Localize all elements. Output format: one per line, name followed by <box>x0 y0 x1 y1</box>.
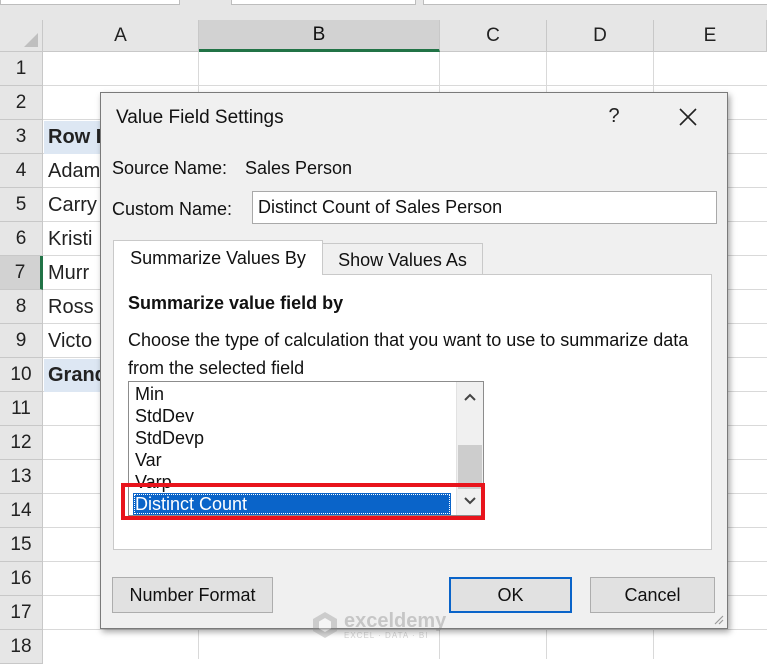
cell-a7[interactable]: Murr <box>44 257 102 290</box>
chevron-up-icon <box>464 393 476 401</box>
row-header-7[interactable]: 7 <box>0 256 43 290</box>
formula-input[interactable] <box>423 0 767 5</box>
cancel-button[interactable]: Cancel <box>590 577 715 613</box>
list-item-stddev[interactable]: StdDev <box>135 406 194 427</box>
scroll-up-button[interactable] <box>457 384 483 410</box>
list-item-var[interactable]: Var <box>135 450 162 471</box>
row-header-8[interactable]: 8 <box>0 290 43 324</box>
scroll-thumb[interactable] <box>458 445 482 489</box>
source-name-value: Sales Person <box>245 158 353 178</box>
row-header-17[interactable]: 17 <box>0 596 43 630</box>
summarize-tab-panel: Summarize value field by Choose the type… <box>113 274 712 550</box>
column-header-e[interactable]: E <box>654 20 767 52</box>
column-header-b[interactable]: B <box>199 20 440 52</box>
cell-a8[interactable]: Ross <box>44 291 102 324</box>
list-item-stddevp[interactable]: StdDevp <box>135 428 204 449</box>
section-title: Summarize value field by <box>128 293 344 313</box>
source-name-label: Source Name: <box>112 158 228 178</box>
row-header-6[interactable]: 6 <box>0 222 43 256</box>
cell-a10[interactable]: Grand <box>44 359 102 392</box>
exceldemy-logo-icon <box>313 612 337 638</box>
formula-bar-strip <box>0 0 767 21</box>
row-header-12[interactable]: 12 <box>0 426 43 460</box>
number-format-button[interactable]: Number Format <box>112 577 273 613</box>
row-header-11[interactable]: 11 <box>0 392 43 426</box>
listbox-scrollbar[interactable] <box>456 382 483 515</box>
row-header-5[interactable]: 5 <box>0 188 43 222</box>
name-box[interactable] <box>0 0 180 5</box>
row-header-9[interactable]: 9 <box>0 324 43 358</box>
row-header-13[interactable]: 13 <box>0 460 43 494</box>
help-button[interactable]: ? <box>601 103 627 129</box>
column-header-d[interactable]: D <box>547 20 654 52</box>
list-item-varp[interactable]: Varp <box>135 472 172 493</box>
row-header-10[interactable]: 10 <box>0 358 43 392</box>
watermark-name: exceldemy <box>344 609 447 632</box>
list-item-distinct-count[interactable]: Distinct Count <box>133 493 451 515</box>
tab-show-values-as[interactable]: Show Values As <box>323 243 483 276</box>
close-button[interactable] <box>674 103 702 131</box>
close-icon <box>679 108 697 126</box>
tab-summarize-values-by[interactable]: Summarize Values By <box>113 240 323 275</box>
row-header-3[interactable]: 3 <box>0 120 43 154</box>
ok-button[interactable]: OK <box>449 577 572 613</box>
cell-a6[interactable]: Kristi <box>44 223 102 256</box>
list-item-min[interactable]: Min <box>135 384 164 405</box>
cell-a5[interactable]: Carry <box>44 189 102 222</box>
custom-name-label: Custom Name: <box>112 199 233 219</box>
column-header-c[interactable]: C <box>440 20 547 52</box>
row-header-14[interactable]: 14 <box>0 494 43 528</box>
exceldemy-watermark: exceldemy EXCEL · DATA · BI <box>310 610 446 640</box>
formula-buttons[interactable] <box>231 0 416 5</box>
dialog-title: Value Field Settings <box>116 107 284 128</box>
select-all-corner[interactable] <box>0 20 43 52</box>
custom-name-input[interactable] <box>252 191 717 224</box>
description-text: Choose the type of calculation that you … <box>128 330 689 378</box>
cell-a9[interactable]: Victo <box>44 325 102 358</box>
column-header-a[interactable]: A <box>43 20 199 52</box>
watermark-tagline: EXCEL · DATA · BI <box>344 630 429 640</box>
row-header-2[interactable]: 2 <box>0 86 43 120</box>
row-header-1[interactable]: 1 <box>0 52 43 86</box>
scroll-down-button[interactable] <box>457 488 483 514</box>
cell-a3[interactable]: Row L <box>44 121 102 154</box>
row-header-15[interactable]: 15 <box>0 528 43 562</box>
value-field-settings-dialog: Value Field Settings ? Source Name: Sale… <box>100 92 728 629</box>
cell-a4[interactable]: Adam <box>44 155 102 188</box>
row-header-4[interactable]: 4 <box>0 154 43 188</box>
row-header-16[interactable]: 16 <box>0 562 43 596</box>
resize-grip-icon[interactable] <box>712 613 724 625</box>
calculation-listbox[interactable]: Min StdDev StdDevp Var Varp Distinct Cou… <box>128 381 484 516</box>
chevron-down-icon <box>464 497 476 505</box>
